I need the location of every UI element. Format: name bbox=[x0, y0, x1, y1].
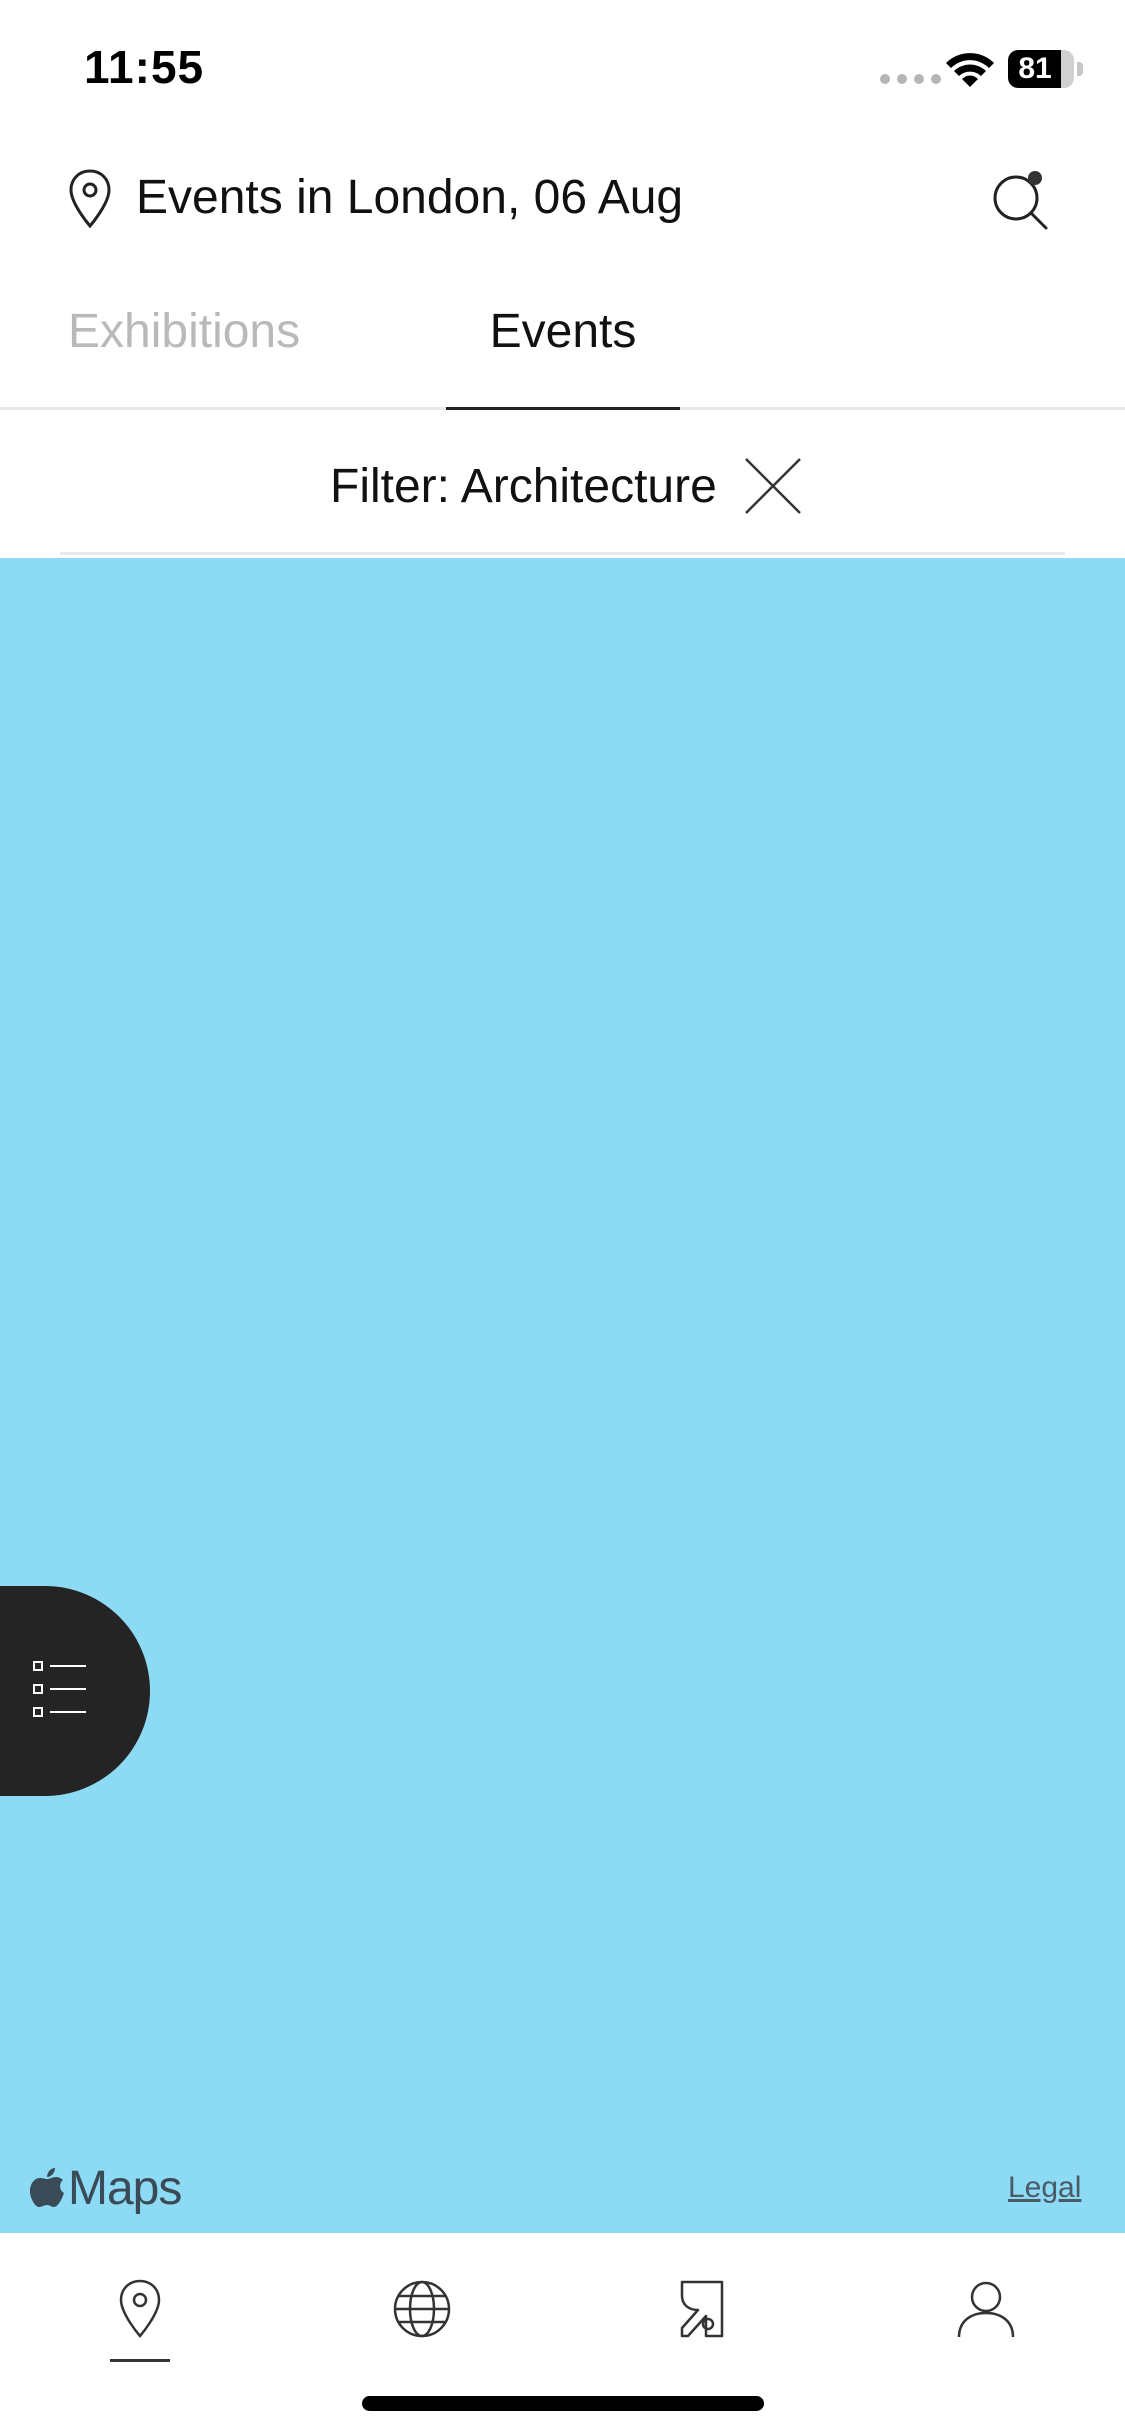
list-view-button[interactable] bbox=[0, 1586, 150, 1796]
maps-label: Maps bbox=[68, 2161, 182, 2215]
tab-map[interactable] bbox=[100, 2269, 180, 2349]
status-time: 11:55 bbox=[84, 41, 205, 93]
divider bbox=[60, 552, 1065, 555]
home-indicator[interactable] bbox=[362, 2396, 764, 2411]
header: Events in London, 06 Aug bbox=[0, 150, 1125, 250]
tab-explore[interactable] bbox=[382, 2269, 462, 2349]
tab-exhibitions[interactable]: Exhibitions bbox=[40, 292, 340, 410]
map-view[interactable]: Maps Legal bbox=[0, 558, 1125, 2233]
location-pin-icon[interactable] bbox=[66, 168, 114, 230]
active-tab-indicator bbox=[110, 2359, 170, 2362]
battery-percentage: 81 bbox=[1018, 52, 1052, 85]
page-title[interactable]: Events in London, 06 Aug bbox=[136, 170, 683, 225]
apple-logo-icon bbox=[30, 2168, 64, 2207]
cellular-signal-icon bbox=[880, 74, 941, 84]
close-icon[interactable] bbox=[743, 456, 803, 516]
list-icon bbox=[33, 1661, 86, 1717]
search-icon[interactable] bbox=[990, 170, 1052, 232]
tab-profile[interactable] bbox=[946, 2269, 1026, 2349]
r-logo-icon bbox=[680, 2280, 724, 2338]
globe-icon bbox=[393, 2280, 451, 2338]
status-bar: 11:55 81 bbox=[0, 0, 1125, 140]
profile-icon bbox=[957, 2281, 1015, 2338]
active-filter: Filter: Architecture bbox=[330, 446, 803, 526]
tab-r[interactable] bbox=[664, 2269, 744, 2349]
app-screen: 11:55 81 Events in London, 06 Aug Exhibi… bbox=[0, 0, 1125, 2436]
wifi-icon bbox=[946, 53, 994, 87]
tab-bar-top: Exhibitions Events bbox=[0, 280, 1125, 410]
maps-attribution: Maps bbox=[30, 2158, 182, 2218]
bottom-tab-bar bbox=[0, 2233, 1125, 2436]
tab-events[interactable]: Events bbox=[446, 292, 680, 410]
legal-link[interactable]: Legal bbox=[1008, 2171, 1081, 2205]
map-pin-icon bbox=[119, 2279, 161, 2338]
battery-indicator: 81 bbox=[1008, 50, 1083, 88]
filter-label: Filter: Architecture bbox=[330, 459, 717, 513]
filter-bar: Filter: Architecture bbox=[0, 410, 1125, 558]
